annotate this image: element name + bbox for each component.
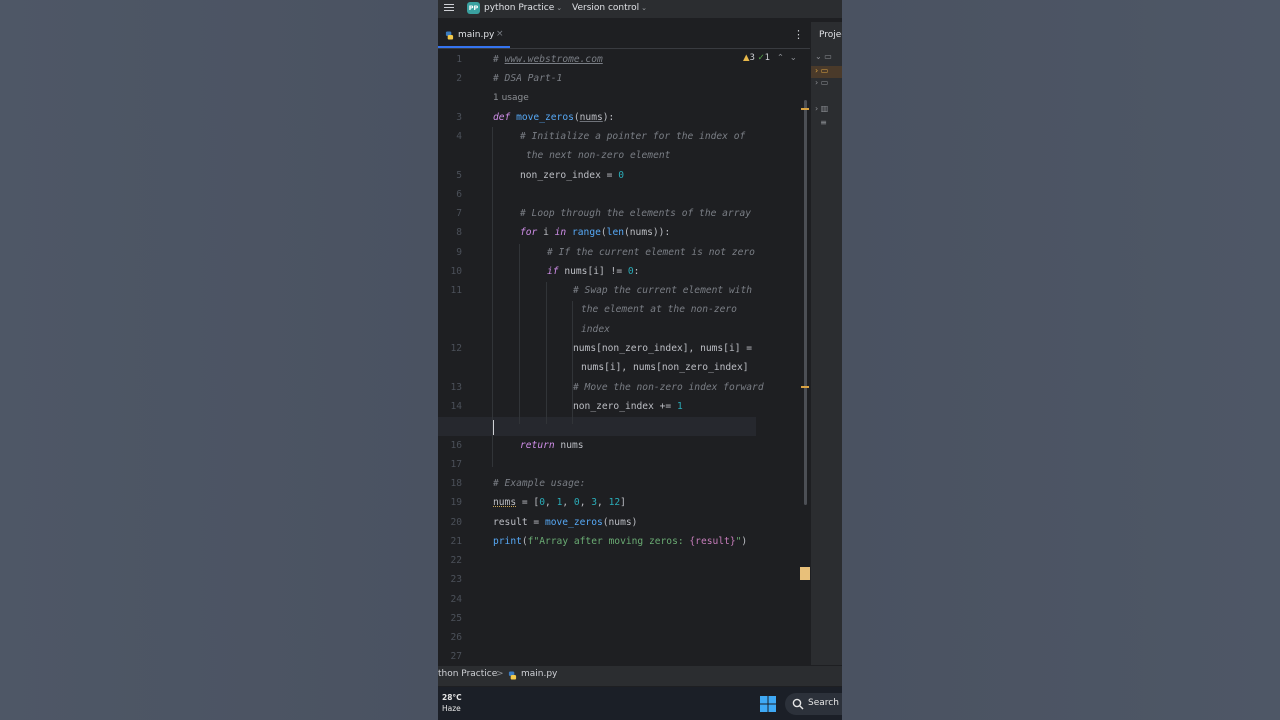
code-line: # www.webstrome.com (493, 54, 603, 65)
line-number: 21 (450, 536, 462, 547)
line-number: 9 (456, 247, 462, 258)
more-options-icon[interactable]: ⋮ (793, 28, 804, 41)
project-badge: PP (467, 2, 480, 14)
version-control-menu[interactable]: Version control ⌄ (572, 3, 647, 13)
line-number: 27 (450, 651, 462, 662)
python-file-icon (445, 31, 454, 40)
code-line: nums = [0, 1, 0, 3, 12] (493, 497, 626, 508)
line-number: 2 (456, 73, 462, 84)
code-line-wrapped: the element at the non-zero (581, 304, 737, 315)
project-name: python Practice (484, 3, 555, 13)
code-line: # Swap the current element with (573, 285, 753, 296)
tree-expand-icon[interactable]: › ▭ (815, 78, 828, 87)
background-left (0, 0, 438, 720)
code-line-wrapped: nums[i], nums[non_zero_index] (581, 362, 749, 373)
folder-icon[interactable]: ⌄ ▭ (815, 52, 832, 61)
line-number: 3 (456, 112, 462, 123)
code-line: non_zero_index += 1 (573, 401, 683, 412)
code-line: for i in range(len(nums)): (520, 227, 671, 238)
code-line: # DSA Part-1 (493, 73, 563, 84)
scroll-marker[interactable] (801, 108, 809, 110)
windows-start-icon[interactable] (760, 696, 776, 712)
chevron-down-icon: ⌄ (556, 4, 563, 12)
line-number: 7 (456, 208, 462, 219)
tab-main-py[interactable]: main.py × (438, 22, 510, 48)
python-file-icon (508, 671, 517, 680)
library-icon[interactable]: › ▥ (815, 104, 828, 113)
indent-guide (492, 127, 493, 467)
project-panel-title: Project (819, 30, 842, 40)
line-number: 25 (450, 613, 462, 624)
code-line-wrapped: index (581, 324, 610, 335)
line-number: 16 (450, 440, 462, 451)
line-number-gutter: 1 2 3 4 5 6 7 8 9 10 11 12 13 14 15 16 1… (438, 49, 488, 665)
vertical-scrollbar[interactable] (804, 100, 807, 505)
line-number: 11 (450, 285, 462, 296)
background-right (842, 0, 1280, 720)
title-bar: PP python Practice ⌄ Version control ⌄ (438, 0, 842, 18)
line-number: 19 (450, 497, 462, 508)
line-number: 14 (450, 401, 462, 412)
line-number: 4 (456, 131, 462, 142)
project-tool-window[interactable]: Project ⌄ ▭ › ▭ › ▭ › ▥ ≡ (810, 22, 842, 665)
code-line: # Initialize a pointer for the index of (520, 131, 746, 142)
line-number: 1 (456, 54, 462, 65)
weather-temperature[interactable]: 28°C (442, 693, 462, 702)
status-bar: thon Practice > main.py (438, 665, 842, 686)
line-number: 23 (450, 574, 462, 585)
indent-guide (546, 282, 547, 424)
indent-guide (519, 244, 520, 424)
code-line: nums[non_zero_index], nums[i] = (573, 343, 753, 354)
close-icon[interactable]: × (496, 29, 504, 39)
breadcrumb-project[interactable]: thon Practice (438, 669, 497, 679)
search-label: Search (808, 698, 839, 708)
breadcrumb-separator: > (496, 669, 504, 679)
editor-tab-bar: main.py × ⋮ (438, 22, 810, 49)
tree-expand-icon[interactable]: › ▭ (815, 66, 828, 75)
code-line-wrapped: the next non-zero element (526, 150, 671, 161)
os-taskbar: 28°C Haze Search (438, 687, 842, 720)
code-line: if nums[i] != 0: (547, 266, 640, 277)
code-line: return nums (520, 440, 584, 451)
code-line: non_zero_index = 0 (520, 170, 624, 181)
line-number: 17 (450, 459, 462, 470)
code-line: def move_zeros(nums): (493, 112, 615, 123)
warning-stripe-marker[interactable] (800, 567, 810, 580)
line-number: 12 (450, 343, 462, 354)
code-line: print(f"Array after moving zeros: {resul… (493, 536, 748, 547)
usage-hint[interactable]: 1 usage (493, 93, 529, 103)
project-selector[interactable]: python Practice ⌄ (484, 3, 562, 13)
code-line: # Example usage: (493, 478, 586, 489)
code-editor[interactable]: # www.webstrome.com # DSA Part-1 1 usage… (488, 49, 806, 665)
hamburger-menu-icon[interactable] (444, 2, 454, 12)
weather-condition[interactable]: Haze (442, 704, 461, 713)
line-number: 20 (450, 517, 462, 528)
line-number: 10 (450, 266, 462, 277)
code-line: # Loop through the elements of the array (520, 208, 752, 219)
line-number: 5 (456, 170, 462, 181)
code-line: # If the current element is not zero (547, 247, 755, 258)
line-number: 8 (456, 227, 462, 238)
code-line: result = move_zeros(nums) (493, 517, 638, 528)
text-caret (493, 420, 494, 435)
breadcrumb-file[interactable]: main.py (521, 669, 557, 679)
line-number: 13 (450, 382, 462, 393)
version-control-label: Version control (572, 3, 640, 13)
chevron-down-icon: ⌄ (641, 4, 648, 12)
line-number: 22 (450, 555, 462, 566)
ide-window: PP python Practice ⌄ Version control ⌄ mai… (438, 0, 842, 720)
scroll-marker[interactable] (801, 386, 809, 388)
line-number: 18 (450, 478, 462, 489)
line-number: 6 (456, 189, 462, 200)
code-line: # Move the non-zero index forward (573, 382, 764, 393)
search-icon (792, 698, 804, 710)
scratches-icon[interactable]: ≡ (815, 118, 827, 127)
line-number: 26 (450, 632, 462, 643)
line-number: 24 (450, 594, 462, 605)
tab-label: main.py (458, 30, 495, 40)
